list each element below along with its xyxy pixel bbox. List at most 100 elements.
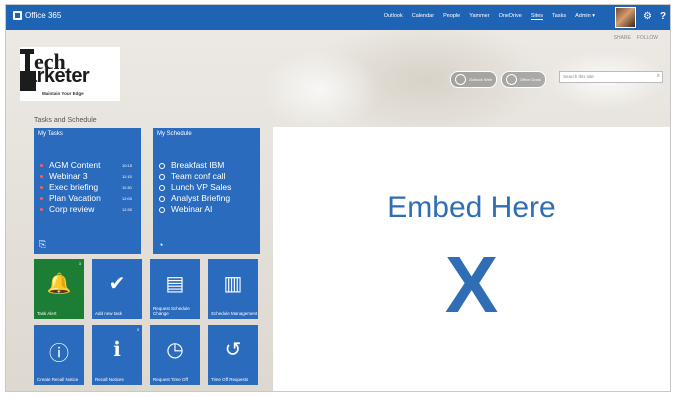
bullet-icon: [40, 208, 43, 211]
history-icon: ↺: [224, 339, 242, 361]
tile-task-alert[interactable]: 3 🔔 Task Alert: [34, 259, 84, 319]
tile-label: Time Off Requests: [211, 377, 249, 382]
app-label: Office Docs: [520, 77, 541, 82]
info-doc-icon: ⓘ: [49, 343, 69, 365]
bullet-icon: [40, 197, 43, 200]
tile-request-time-off[interactable]: ◷ Request Time Off: [150, 325, 200, 385]
tile-request-schedule-change[interactable]: ▤ Request Schedule Change: [150, 259, 200, 319]
radio-icon: [159, 173, 165, 180]
task-time: 11:30: [122, 185, 132, 190]
office365-brand[interactable]: Office 365: [13, 11, 61, 20]
nav-people[interactable]: People: [443, 13, 460, 20]
embed-title: Embed Here: [387, 191, 556, 224]
schedule-item[interactable]: Team conf call: [159, 171, 231, 182]
tile-label: Request Schedule Change: [153, 306, 190, 316]
schedule-list: Breakfast IBM Team conf call Lunch VP Sa…: [159, 160, 231, 215]
radio-icon: [159, 206, 165, 213]
task-time: 12:30: [122, 207, 133, 212]
logo-tagline: Maintain Your Edge: [42, 91, 84, 96]
schedule-item[interactable]: Webinar AI: [159, 204, 231, 215]
nav-tasks[interactable]: Tasks: [552, 13, 566, 20]
my-schedule-panel[interactable]: My Schedule Breakfast IBM Team conf call…: [153, 128, 260, 254]
site-logo[interactable]: ech arketer Maintain Your Edge: [20, 47, 120, 101]
tile-count: 3: [136, 327, 139, 332]
schedule-item[interactable]: Breakfast IBM: [159, 160, 231, 171]
nav-calendar[interactable]: Calendar: [412, 13, 434, 20]
schedule-label: Webinar AI: [171, 204, 213, 214]
task-item[interactable]: Exec briefing 11:30: [40, 182, 132, 193]
tile-schedule-management[interactable]: ▥ Schedule Management: [208, 259, 258, 319]
app-shortcut-outlook[interactable]: Outlook Web: [450, 71, 498, 88]
info-icon: ℹ: [113, 339, 121, 361]
tile-time-off-requests[interactable]: ↺ Time Off Requests: [208, 325, 258, 385]
task-item[interactable]: AGM Content 10:15: [40, 160, 132, 171]
share-button[interactable]: SHARE: [614, 35, 631, 41]
my-schedule-title: My Schedule: [157, 131, 192, 137]
tile-create-recall-notice[interactable]: ⓘ Create Recall Notice: [34, 325, 84, 385]
bullet-icon: [40, 175, 43, 178]
clock-add-icon: ◷: [166, 339, 184, 361]
task-label: AGM Content: [49, 160, 101, 170]
search-icon[interactable]: ⌕: [657, 73, 660, 80]
my-tasks-title: My Tasks: [38, 131, 63, 137]
schedule-item[interactable]: Lunch VP Sales: [159, 182, 231, 193]
schedule-label: Analyst Briefing: [171, 193, 231, 203]
document-icon: ▥: [223, 273, 243, 295]
tile-label: Add new task: [95, 311, 123, 316]
share-follow-bar: SHARE FOLLOW: [614, 35, 658, 41]
task-item[interactable]: Webinar 3 11:15: [40, 171, 132, 182]
app-shortcuts: Outlook Web Office Docs: [450, 71, 546, 88]
schedule-label: Lunch VP Sales: [171, 182, 232, 192]
nav-admin[interactable]: Admin ▾: [575, 13, 595, 20]
app-label: Outlook Web: [469, 77, 493, 82]
tile-add-new-task[interactable]: ✔ Add new task: [92, 259, 142, 319]
tile-recall-notices[interactable]: 3 ℹ Recall Notices: [92, 325, 142, 385]
follow-button[interactable]: FOLLOW: [637, 35, 658, 41]
outlook-icon: [455, 74, 466, 85]
screenshot-frame: Office 365 Outlook Calendar People Yamme…: [5, 4, 671, 392]
office-suite-bar: Office 365 Outlook Calendar People Yamme…: [6, 5, 670, 30]
tile-label: Create Recall Notice: [37, 377, 79, 382]
user-avatar[interactable]: [615, 7, 636, 28]
schedule-label: Team conf call: [171, 171, 226, 181]
nav-sites[interactable]: Sites: [530, 13, 544, 20]
nav-yammer[interactable]: Yammer: [469, 13, 489, 20]
radio-icon: [159, 195, 165, 202]
task-list: AGM Content 10:15 Webinar 3 11:15 Exec bri…: [40, 160, 132, 215]
radio-icon: [159, 184, 165, 191]
tile-label: Task Alert: [37, 311, 57, 316]
schedule-item[interactable]: Analyst Briefing: [159, 193, 231, 204]
radio-icon: [159, 162, 165, 169]
help-icon[interactable]: ?: [660, 11, 666, 22]
bullet-icon: [40, 164, 43, 167]
tile-label: Recall Notices: [95, 377, 124, 382]
tile-label: Schedule Management: [211, 311, 258, 316]
tile-count: 3: [78, 261, 81, 266]
logo-line2: arketer: [26, 65, 90, 87]
my-tasks-panel[interactable]: My Tasks AGM Content 10:15 Webinar 3 11:15…: [34, 128, 141, 254]
bell-icon: 🔔: [46, 273, 72, 295]
task-time: 12:00: [122, 196, 133, 201]
office-logo-icon: [13, 11, 22, 20]
task-time: 11:15: [122, 174, 132, 179]
document-edit-icon: ▤: [165, 273, 185, 295]
schedule-label: Breakfast IBM: [171, 160, 225, 170]
task-label: Corp review: [49, 204, 95, 214]
task-label: Exec briefing: [49, 182, 99, 192]
check-add-icon: ✔: [108, 273, 126, 295]
section-title: Tasks and Schedule: [34, 117, 97, 124]
embed-placeholder: Embed Here X: [273, 127, 670, 391]
office-docs-icon: [506, 74, 518, 85]
bullet-icon: [40, 186, 43, 189]
task-item[interactable]: Corp review 12:30: [40, 204, 132, 215]
nav-outlook[interactable]: Outlook: [384, 13, 403, 20]
nav-onedrive[interactable]: OneDrive: [499, 13, 522, 20]
task-item[interactable]: Plan Vacation 12:00: [40, 193, 132, 204]
gear-icon[interactable]: ⚙: [643, 11, 652, 22]
task-label: Plan Vacation: [49, 193, 101, 203]
app-shortcut-office[interactable]: Office Docs: [501, 71, 546, 88]
product-name: Office 365: [25, 11, 62, 20]
search-placeholder: Search this site: [563, 74, 594, 79]
site-search-input[interactable]: Search this site ⌕: [559, 71, 663, 83]
tasks-footer-icon: ⎘: [39, 239, 47, 249]
